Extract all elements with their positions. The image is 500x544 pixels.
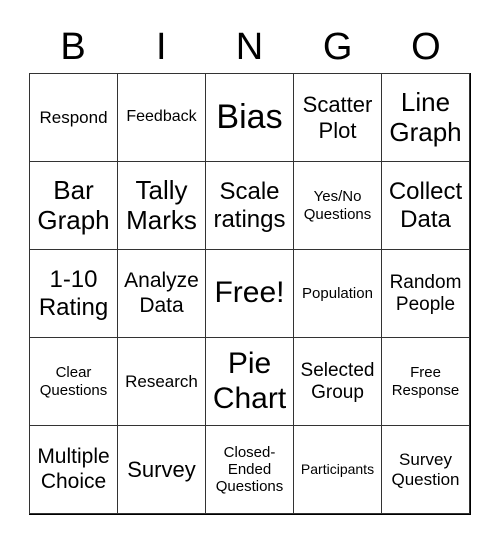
- free-space-cell: Free!: [205, 249, 294, 338]
- bingo-cell: Tally Marks: [117, 161, 206, 250]
- bingo-cell: Scale ratings: [205, 161, 294, 250]
- bingo-cell: Analyze Data: [117, 249, 206, 338]
- bingo-grid: Respond Feedback Bias Scatter Plot Line …: [29, 73, 471, 515]
- bingo-cell: Selected Group: [293, 337, 382, 426]
- bingo-cell: Feedback: [117, 73, 206, 162]
- bingo-cell: Random People: [381, 249, 470, 338]
- bingo-cell: 1-10 Rating: [29, 249, 118, 338]
- bingo-cell: Closed-Ended Questions: [205, 425, 294, 514]
- bingo-cell: Collect Data: [381, 161, 470, 250]
- bingo-cell: Yes/No Questions: [293, 161, 382, 250]
- bingo-cell: Multiple Choice: [29, 425, 118, 514]
- bingo-cell: Pie Chart: [205, 337, 294, 426]
- bingo-cell: Line Graph: [381, 73, 470, 162]
- bingo-cell: Clear Questions: [29, 337, 118, 426]
- bingo-cell: Respond: [29, 73, 118, 162]
- bingo-cell: Participants: [293, 425, 382, 514]
- header-letter-b: B: [60, 26, 86, 68]
- bingo-cell: Scatter Plot: [293, 73, 382, 162]
- header-letter-o: O: [411, 26, 441, 68]
- bingo-cell: Population: [293, 249, 382, 338]
- bingo-cell: Bias: [205, 73, 294, 162]
- header-letter-i: I: [156, 26, 167, 68]
- bingo-cell: Bar Graph: [29, 161, 118, 250]
- bingo-cell: Survey Question: [381, 425, 470, 514]
- header-letter-n: N: [235, 26, 264, 68]
- header-letter-g: G: [322, 26, 353, 68]
- bingo-cell: Survey: [117, 425, 206, 514]
- bingo-cell: Research: [117, 337, 206, 426]
- bingo-cell: Free Response: [381, 337, 470, 426]
- bingo-header: B I N G O: [29, 22, 470, 72]
